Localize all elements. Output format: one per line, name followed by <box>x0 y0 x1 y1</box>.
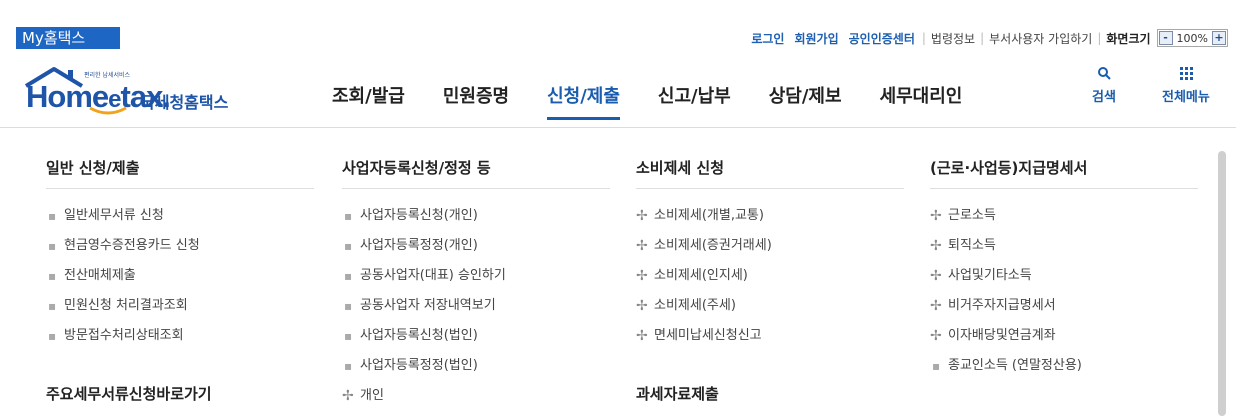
list-item[interactable]: ▪ 방문접수처리상태조회 <box>46 327 314 357</box>
list-item[interactable]: ✢ 면세미납세신청신고 <box>636 327 904 357</box>
list-item[interactable]: ▪ 종교인소득 (연말정산용) <box>930 357 1198 387</box>
list-item[interactable]: ✢ 소비제세(인지세) <box>636 267 904 297</box>
global-nav: 조회/발급 민원증명 신청/제출 신고/납부 상담/제보 세무대리인 <box>332 82 1000 120</box>
search-icon <box>1092 64 1116 86</box>
divider <box>636 188 904 189</box>
hometax-logo[interactable]: 편리한 납세서비스 Homeetax. 국세청홈택스 <box>22 62 262 122</box>
top-utility-bar: My홈택스 로그인 회원가입 공인인증센터 | 법령정보 | 부서사용자 가입하… <box>0 0 1236 52</box>
screen-size-label: 화면크기 <box>1106 31 1151 46</box>
my-hometax-button[interactable]: My홈택스 <box>16 27 120 49</box>
dept-user-signup-link[interactable]: 부서사용자 가입하기 <box>989 30 1092 47</box>
login-link[interactable]: 로그인 <box>751 30 784 47</box>
zoom-in-button[interactable]: + <box>1212 31 1226 45</box>
list-item[interactable]: ✢ 개인 <box>342 387 610 416</box>
submenu-list: ✢ 소비제세(개별,교통) ✢ 소비제세(증권거래세) ✢ 소비제세(인지세) ✢ 소비… <box>636 207 904 357</box>
search-label: 검색 <box>1092 90 1116 105</box>
list-item[interactable]: ▪ 사업자등록신청(법인) <box>342 327 610 357</box>
list-item[interactable]: ✢ 소비제세(증권거래세) <box>636 237 904 267</box>
list-item[interactable]: ✢ 소비제세(개별,교통) <box>636 207 904 237</box>
section-title: 주요세무서류신청바로가기 <box>46 385 212 403</box>
list-item[interactable]: ✢ 사업및기타소득 <box>930 267 1198 297</box>
scrollbar[interactable] <box>1216 151 1228 416</box>
divider: | <box>1097 31 1102 45</box>
divider: | <box>980 31 985 45</box>
column-title: 일반 신청/제출 <box>46 159 140 177</box>
all-menu-label: 전체메뉴 <box>1162 90 1210 105</box>
divider: | <box>921 31 926 45</box>
nav-item[interactable]: 신청/제출 <box>547 82 620 120</box>
cert-center-link[interactable]: 공인인증센터 <box>849 30 915 47</box>
list-item[interactable]: ▪ 일반세무서류 신청 <box>46 207 314 237</box>
list-item[interactable]: ▪ 사업자등록정정(개인) <box>342 237 610 267</box>
all-menu-button[interactable]: 전체메뉴 <box>1162 64 1210 105</box>
grid-menu-icon <box>1162 64 1210 86</box>
list-item[interactable]: ✢ 이자배당및연금계좌 <box>930 327 1198 357</box>
divider <box>46 188 314 189</box>
submenu-list: ✢ 근로소득 ✢ 퇴직소득 ✢ 사업및기타소득 ✢ 비거주자지급명세서 ✢ 이자배당및연금… <box>930 207 1198 387</box>
scrollbar-thumb[interactable] <box>1218 151 1226 416</box>
list-item[interactable]: ✢ 근로소득 <box>930 207 1198 237</box>
nav-item[interactable]: 세무대리인 <box>880 82 963 120</box>
list-item[interactable]: ▪ 전산매체제출 <box>46 267 314 297</box>
zoom-value: 100% <box>1176 31 1208 45</box>
logo-swoosh-icon <box>89 106 127 115</box>
column-title: 사업자등록신청/정정 등 <box>342 159 491 177</box>
column-title: (근로·사업등)지급명세서 <box>930 159 1088 177</box>
list-item[interactable]: ▪ 공동사업자(대표) 승인하기 <box>342 267 610 297</box>
nav-item[interactable]: 민원증명 <box>443 82 509 120</box>
signup-link[interactable]: 회원가입 <box>794 30 838 47</box>
submenu-panel: 일반 신청/제출 ▪ 일반세무서류 신청 ▪ 현금영수증전용카드 신청 ▪ 전산매체제… <box>0 129 1236 416</box>
list-item[interactable]: ▪ 민원신청 처리결과조회 <box>46 297 314 327</box>
zoom-control: - 100% + <box>1156 29 1228 47</box>
logo-tagline: 편리한 납세서비스 <box>84 72 131 79</box>
logo-korean-name: 국세청홈택스 <box>140 93 229 112</box>
submenu-list: ▪ 일반세무서류 신청 ▪ 현금영수증전용카드 신청 ▪ 전산매체제출 ▪ 민원신청 처… <box>46 207 314 357</box>
zoom-out-button[interactable]: - <box>1158 31 1173 45</box>
submenu-list: ▪ 사업자등록신청(개인) ▪ 사업자등록정정(개인) ▪ 공동사업자(대표) 승인하… <box>342 207 610 416</box>
search-button[interactable]: 검색 <box>1092 64 1116 105</box>
list-item[interactable]: ▪ 사업자등록정정(법인) <box>342 357 610 387</box>
nav-item[interactable]: 상담/제보 <box>769 82 842 120</box>
list-item[interactable]: ✢ 퇴직소득 <box>930 237 1198 267</box>
nav-item[interactable]: 조회/발급 <box>332 82 405 120</box>
main-header: 편리한 납세서비스 Homeetax. 국세청홈택스 조회/발급 민원증명 신청/제… <box>0 52 1236 128</box>
divider <box>930 188 1198 189</box>
list-item[interactable]: ✢ 소비제세(주세) <box>636 297 904 327</box>
section-title: 과세자료제출 <box>636 385 719 403</box>
list-item[interactable]: ▪ 공동사업자 저장내역보기 <box>342 297 610 327</box>
column-title: 소비제세 신청 <box>636 159 725 177</box>
list-item[interactable]: ▪ 현금영수증전용카드 신청 <box>46 237 314 267</box>
list-item[interactable]: ✢ 비거주자지급명세서 <box>930 297 1198 327</box>
divider <box>342 188 610 189</box>
nav-item[interactable]: 신고/납부 <box>658 82 731 120</box>
utility-links: 로그인 회원가입 공인인증센터 | 법령정보 | 부서사용자 가입하기 | 화면… <box>746 29 1228 47</box>
law-info-link[interactable]: 법령정보 <box>931 30 975 47</box>
list-item[interactable]: ▪ 사업자등록신청(개인) <box>342 207 610 237</box>
